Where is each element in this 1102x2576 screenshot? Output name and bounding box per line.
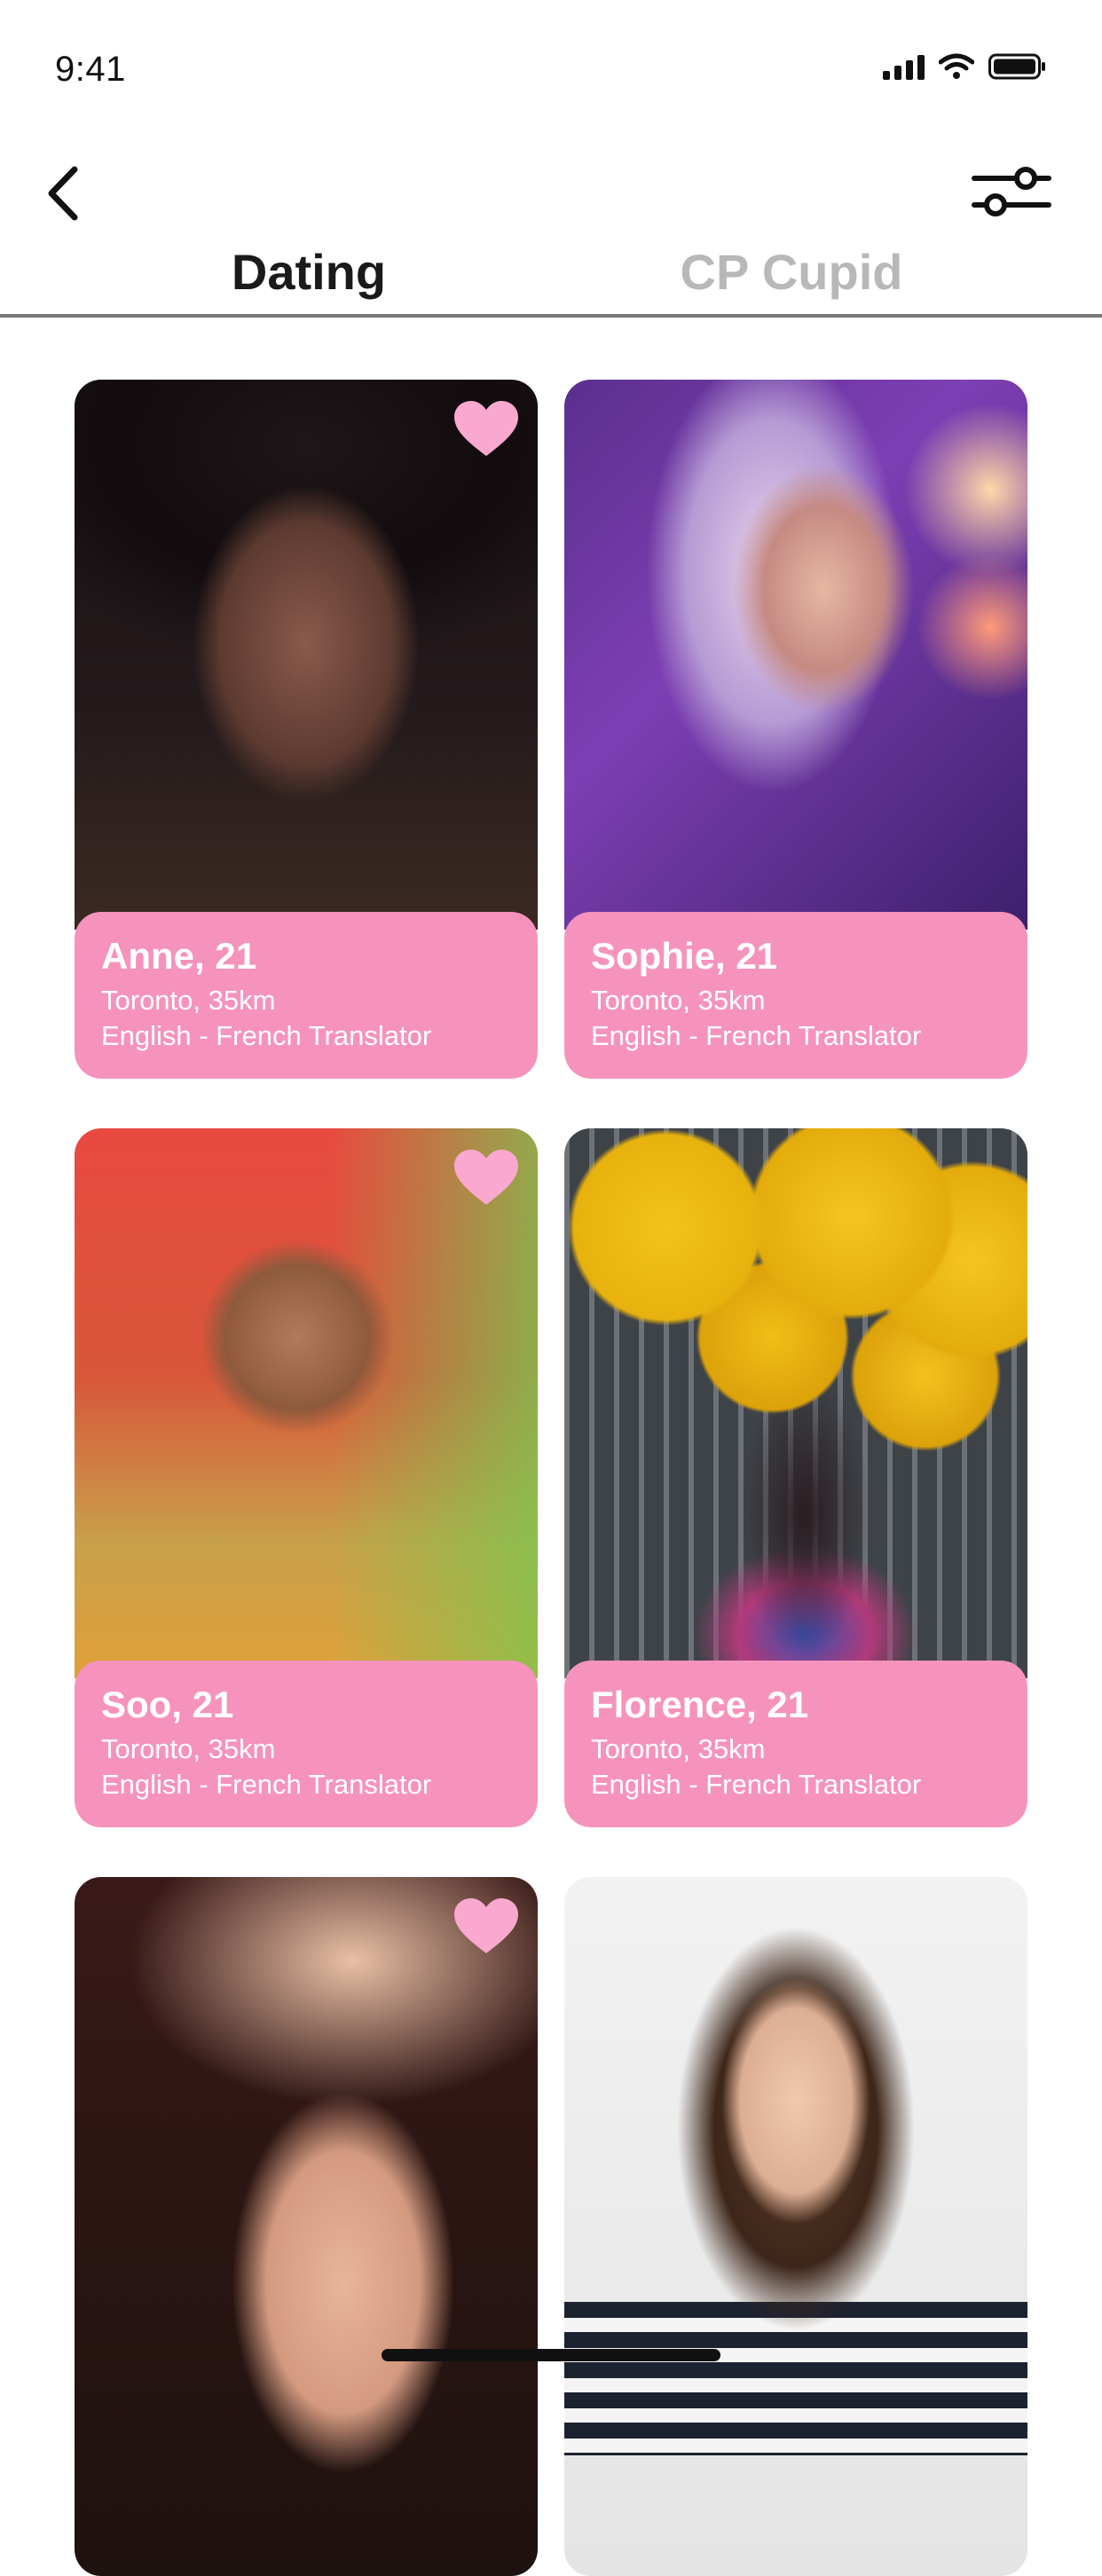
heart-icon[interactable]: [453, 1897, 520, 1957]
profile-photo: [75, 1877, 538, 2576]
wifi-icon: [939, 53, 974, 79]
profile-photo: [564, 380, 1027, 930]
profile-photo: [564, 1877, 1027, 2576]
profile-photo: [75, 1128, 538, 1678]
profile-card-florence[interactable]: Florence, 21 Toronto, 35km English - Fre…: [564, 1128, 1027, 1827]
tab-bar: Dating CP Cupid: [0, 232, 1102, 318]
profile-info: Sophie, 21 Toronto, 35km English - Frenc…: [564, 912, 1027, 1079]
home-indicator: [382, 2349, 720, 2361]
profile-name: Florence, 21: [591, 1684, 809, 1725]
profile-card-sophie[interactable]: Sophie, 21 Toronto, 35km English - Frenc…: [564, 380, 1027, 1079]
profile-info: Florence, 21 Toronto, 35km English - Fre…: [564, 1661, 1027, 1827]
filter-button[interactable]: [967, 156, 1056, 227]
cellular-icon: [883, 53, 925, 80]
profile-location: Toronto, 35km: [591, 985, 766, 1016]
tab-cp-cupid[interactable]: CP Cupid: [641, 232, 942, 310]
profile-card-soo[interactable]: Soo, 21 Toronto, 35km English - French T…: [75, 1128, 538, 1827]
profile-photo: [75, 380, 538, 930]
profile-occupation: English - French Translator: [101, 1020, 432, 1051]
heart-icon[interactable]: [453, 1148, 520, 1208]
profile-location: Toronto, 35km: [591, 1733, 766, 1764]
chevron-left-icon: [48, 166, 78, 221]
profile-card[interactable]: [75, 1877, 538, 2576]
profile-location: Toronto, 35km: [101, 1733, 276, 1764]
heart-icon[interactable]: [453, 399, 520, 459]
sliders-icon: [972, 167, 1051, 216]
profile-occupation: English - French Translator: [591, 1769, 922, 1800]
profile-occupation: English - French Translator: [591, 1020, 922, 1051]
status-time: 9:41: [55, 50, 126, 89]
battery-icon: [988, 53, 1045, 80]
back-button[interactable]: [35, 158, 89, 229]
profile-info: Anne, 21 Toronto, 35km English - French …: [75, 912, 538, 1079]
profile-card[interactable]: [564, 1877, 1027, 2576]
status-icons: [883, 53, 1047, 80]
profile-location: Toronto, 35km: [101, 985, 276, 1016]
status-bar: 9:41: [0, 0, 1102, 133]
profile-info: Soo, 21 Toronto, 35km English - French T…: [75, 1661, 538, 1827]
profile-name: Soo, 21: [101, 1684, 234, 1725]
profile-card-anne[interactable]: Anne, 21 Toronto, 35km English - French …: [75, 380, 538, 1079]
tab-dating[interactable]: Dating: [158, 232, 460, 310]
profile-occupation: English - French Translator: [101, 1769, 432, 1800]
profile-name: Sophie, 21: [591, 935, 778, 977]
profile-photo: [564, 1128, 1027, 1678]
profile-name: Anne, 21: [101, 935, 257, 977]
